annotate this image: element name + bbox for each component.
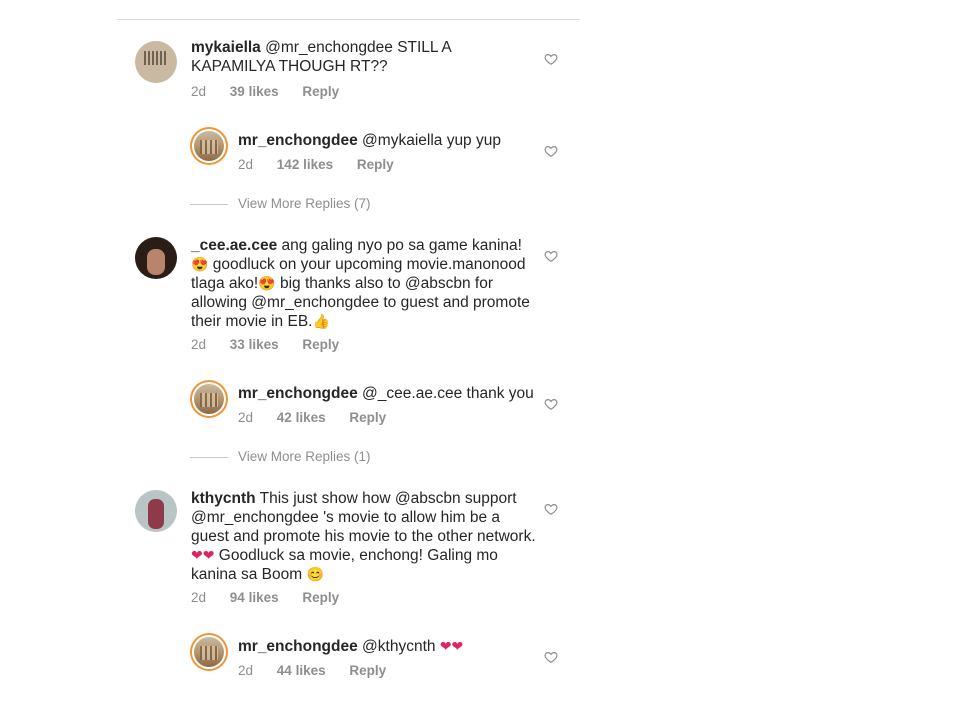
comment-meta: 2d 39 likes Reply: [191, 84, 359, 99]
comment-meta: 2d 94 likes Reply: [191, 590, 359, 605]
reply-button[interactable]: Reply: [349, 663, 386, 678]
reply-button[interactable]: Reply: [349, 410, 386, 425]
view-more-label: View More Replies (7): [238, 196, 371, 211]
avatar[interactable]: [190, 380, 228, 418]
reply-meta: 2d 44 likes Reply: [238, 663, 406, 678]
avatar[interactable]: [135, 490, 177, 532]
likes-count[interactable]: 44 likes: [277, 663, 326, 678]
heart-outline-icon[interactable]: [544, 144, 558, 158]
username[interactable]: kthycnth: [191, 490, 256, 507]
reply-text: mr_enchongdee @mykaiella yup yup: [238, 131, 583, 150]
red-heart-emoji: ❤❤: [191, 547, 215, 563]
view-more-replies-button[interactable]: View More Replies (1): [190, 449, 371, 464]
reply-button[interactable]: Reply: [302, 590, 339, 605]
avatar[interactable]: [135, 41, 177, 83]
username[interactable]: mr_enchongdee: [238, 385, 358, 402]
reply-button[interactable]: Reply: [302, 337, 339, 352]
divider: [190, 456, 228, 458]
view-more-label: View More Replies (1): [238, 449, 371, 464]
heart-outline-icon[interactable]: [544, 52, 558, 66]
reply-button[interactable]: Reply: [302, 84, 339, 99]
comment-text: mykaiella @mr_enchongdee STILL A KAPAMIL…: [191, 38, 536, 76]
likes-count[interactable]: 33 likes: [230, 337, 279, 352]
username[interactable]: mr_enchongdee: [238, 132, 358, 149]
red-heart-emoji: ❤❤: [439, 638, 464, 654]
heart-outline-icon[interactable]: [544, 502, 558, 516]
likes-count[interactable]: 39 likes: [230, 84, 279, 99]
timestamp: 2d: [238, 410, 254, 425]
thumbs-up-emoji: 👍: [312, 313, 330, 329]
reply-button[interactable]: Reply: [357, 157, 394, 172]
likes-count[interactable]: 94 likes: [230, 590, 279, 605]
comment-text: _cee.ae.cee ang galing nyo po sa game ka…: [191, 236, 536, 331]
reply-text: mr_enchongdee @kthycnth ❤❤: [238, 637, 583, 656]
username[interactable]: mykaiella: [191, 39, 261, 56]
smiling-face-emoji: 😊: [306, 566, 324, 582]
avatar[interactable]: [190, 633, 228, 671]
reply-meta: 2d 42 likes Reply: [238, 410, 406, 425]
heart-outline-icon[interactable]: [544, 397, 558, 411]
username[interactable]: _cee.ae.cee: [191, 237, 277, 254]
divider: [190, 203, 228, 205]
likes-count[interactable]: 42 likes: [277, 410, 326, 425]
view-more-replies-button[interactable]: View More Replies (7): [190, 196, 371, 211]
timestamp: 2d: [191, 590, 207, 605]
timestamp: 2d: [238, 157, 254, 172]
reply-meta: 2d 142 likes Reply: [238, 157, 414, 172]
likes-count[interactable]: 142 likes: [277, 157, 333, 172]
avatar[interactable]: [190, 127, 228, 165]
username[interactable]: mr_enchongdee: [238, 638, 358, 655]
heart-eyes-emoji: 😍: [258, 275, 276, 291]
reply-body: @_cee.ae.cee thank you: [362, 385, 534, 402]
divider: [117, 19, 580, 20]
reply-text: mr_enchongdee @_cee.ae.cee thank you: [238, 384, 583, 403]
reply-body: @mykaiella yup yup: [362, 132, 501, 149]
timestamp: 2d: [238, 663, 254, 678]
heart-outline-icon[interactable]: [544, 650, 558, 664]
heart-outline-icon[interactable]: [544, 249, 558, 263]
comment-meta: 2d 33 likes Reply: [191, 337, 359, 352]
reply-body: @kthycnth: [362, 638, 436, 655]
comment-text: kthycnth This just show how @abscbn supp…: [191, 489, 536, 584]
timestamp: 2d: [191, 337, 207, 352]
timestamp: 2d: [191, 84, 207, 99]
avatar[interactable]: [135, 237, 177, 279]
heart-eyes-emoji: 😍: [191, 256, 209, 272]
